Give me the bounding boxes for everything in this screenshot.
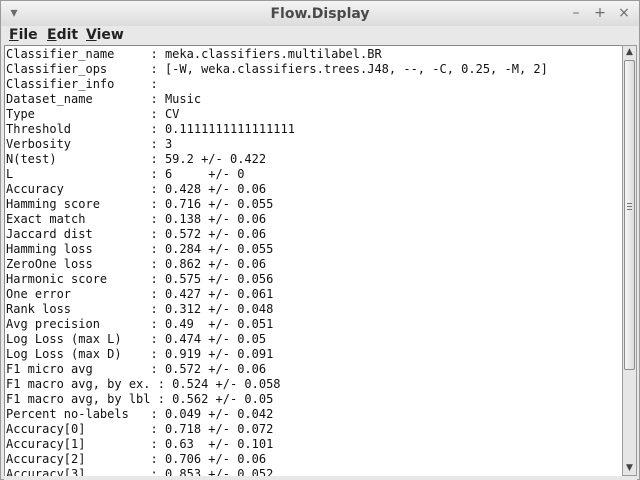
maximize-button[interactable]: + xyxy=(591,4,609,22)
menu-view[interactable]: View xyxy=(86,26,124,44)
output-line: Log Loss (max D) : 0.919 +/- 0.091 xyxy=(6,347,274,361)
minimize-button[interactable]: – xyxy=(567,4,585,22)
output-line: Hamming loss : 0.284 +/- 0.055 xyxy=(6,242,274,256)
output-line: Harmonic score : 0.575 +/- 0.056 xyxy=(6,272,274,286)
output-line: Accuracy[0] : 0.718 +/- 0.072 xyxy=(6,422,274,436)
output-text-area[interactable]: Classifier_name : meka.classifiers.multi… xyxy=(4,45,623,477)
grip-line xyxy=(627,206,632,207)
output-lines: Classifier_name : meka.classifiers.multi… xyxy=(6,47,548,476)
output-line: Accuracy[2] : 0.706 +/- 0.06 xyxy=(6,452,267,466)
menu-bar: File Edit View xyxy=(1,26,639,44)
scroll-down-icon[interactable]: ▼ xyxy=(623,462,636,475)
output-line: Jaccard dist : 0.572 +/- 0.06 xyxy=(6,227,267,241)
scroll-up-icon[interactable]: ▲ xyxy=(623,46,636,59)
output-line: One error : 0.427 +/- 0.061 xyxy=(6,287,274,301)
output-line: Exact match : 0.138 +/- 0.06 xyxy=(6,212,267,226)
output-line: F1 macro avg, by ex. : 0.524 +/- 0.058 xyxy=(6,377,281,391)
menu-file[interactable]: File xyxy=(9,26,38,44)
output-line: Threshold : 0.1111111111111111 xyxy=(6,122,295,136)
output-line: Verbosity : 3 xyxy=(6,137,173,151)
output-line: F1 macro avg, by lbl : 0.562 +/- 0.05 xyxy=(6,392,274,406)
grip-line xyxy=(627,203,632,204)
output-line: Hamming score : 0.716 +/- 0.055 xyxy=(6,197,274,211)
output-line: Type : CV xyxy=(6,107,180,121)
output-line: Rank loss : 0.312 +/- 0.048 xyxy=(6,302,274,316)
output-line: N(test) : 59.2 +/- 0.422 xyxy=(6,152,267,166)
output-line: Accuracy[1] : 0.63 +/- 0.101 xyxy=(6,437,274,451)
output-line: Percent no-labels : 0.049 +/- 0.042 xyxy=(6,407,274,421)
output-line: F1 micro avg : 0.572 +/- 0.06 xyxy=(6,362,267,376)
output-line: Avg precision : 0.49 +/- 0.051 xyxy=(6,317,274,331)
close-button[interactable]: × xyxy=(615,4,633,22)
output-line: Accuracy : 0.428 +/- 0.06 xyxy=(6,182,267,196)
window-title: Flow.Display xyxy=(270,6,370,22)
output-line: Log Loss (max L) : 0.474 +/- 0.05 xyxy=(6,332,267,346)
title-bar[interactable]: ▾ Flow.Display – + × xyxy=(1,1,639,27)
output-line: Classifier_name : meka.classifiers.multi… xyxy=(6,47,382,61)
output-line: ZeroOne loss : 0.862 +/- 0.06 xyxy=(6,257,267,271)
output-line: Classifier_ops : [-W, weka.classifiers.t… xyxy=(6,62,548,76)
scroll-thumb[interactable] xyxy=(624,60,635,370)
output-line: Dataset_name : Music xyxy=(6,92,202,106)
vertical-scrollbar[interactable]: ▲ ▼ xyxy=(622,45,637,476)
menu-edit[interactable]: Edit xyxy=(47,26,78,44)
window-bottom-border xyxy=(4,476,637,480)
output-line: L : 6 +/- 0 xyxy=(6,167,245,181)
output-line: Classifier_info : xyxy=(6,77,158,91)
grip-line xyxy=(627,209,632,210)
flow-display-window: ▾ Flow.Display – + × File Edit View Clas… xyxy=(0,0,640,480)
